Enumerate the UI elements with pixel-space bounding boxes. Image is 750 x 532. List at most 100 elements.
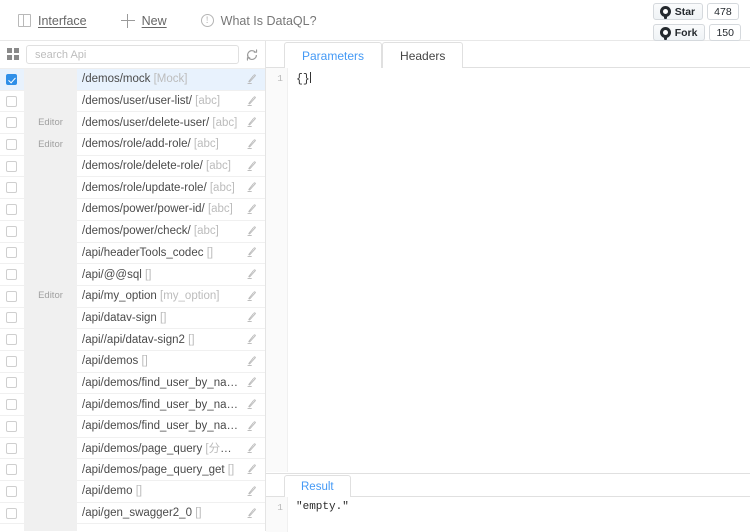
row-checkbox[interactable] bbox=[6, 96, 17, 107]
api-path-text: /demos/user/delete-user/ bbox=[82, 117, 209, 129]
row-checkbox[interactable] bbox=[6, 291, 17, 302]
github-star-button[interactable]: Star bbox=[653, 3, 703, 20]
refresh-icon[interactable] bbox=[245, 48, 259, 62]
row-checkbox[interactable] bbox=[6, 139, 17, 150]
edit-pencil-icon[interactable] bbox=[245, 355, 258, 368]
row-checkbox[interactable] bbox=[6, 182, 17, 193]
edit-pencil-icon[interactable] bbox=[245, 95, 258, 108]
editor-content-wrap[interactable]: {} bbox=[288, 68, 750, 87]
api-note-label: [分页… bbox=[205, 443, 243, 455]
row-checkbox[interactable] bbox=[6, 117, 17, 128]
row-checkbox[interactable] bbox=[6, 443, 17, 454]
edit-pencil-icon[interactable] bbox=[245, 420, 258, 433]
api-list[interactable]: Published/demos/mock [Mock]Published/dem… bbox=[0, 69, 265, 531]
github-star-count[interactable]: 478 bbox=[707, 3, 739, 20]
api-path-label: /api/@@sql [] bbox=[82, 269, 245, 281]
tab-parameters[interactable]: Parameters bbox=[284, 42, 382, 68]
edit-pencil-icon[interactable] bbox=[245, 376, 258, 389]
api-path-label: /api/demos/find_user_by_name… bbox=[82, 420, 245, 432]
api-note-label: [abc] bbox=[194, 138, 219, 150]
row-checkbox[interactable] bbox=[6, 377, 17, 388]
edit-pencil-icon[interactable] bbox=[245, 246, 258, 259]
edit-pencil-icon[interactable] bbox=[245, 225, 258, 238]
api-path-text: /api/demos/find_user_by_name… bbox=[82, 377, 245, 389]
edit-pencil-icon[interactable] bbox=[245, 507, 258, 520]
api-path-label: /demos/role/add-role/ [abc] bbox=[82, 138, 245, 150]
row-checkbox[interactable] bbox=[6, 74, 17, 85]
nav-item-new-label: New bbox=[142, 14, 167, 28]
row-checkbox[interactable] bbox=[6, 269, 17, 280]
edit-pencil-icon[interactable] bbox=[245, 442, 258, 455]
api-list-row[interactable]: Editor/api/demo [] bbox=[0, 481, 265, 503]
tab-headers[interactable]: Headers bbox=[382, 42, 463, 68]
api-path-text: /api/@@sql bbox=[82, 269, 142, 281]
api-note-label: [] bbox=[228, 464, 234, 476]
api-note-label: [] bbox=[145, 269, 151, 281]
sidebar-toolbar bbox=[0, 41, 265, 69]
nav-item-new[interactable]: New bbox=[121, 14, 167, 28]
api-path-label: /demos/user/delete-user/ [abc] bbox=[82, 117, 245, 129]
api-path-text: /demos/mock bbox=[82, 73, 150, 85]
row-checkbox[interactable] bbox=[6, 161, 17, 172]
search-input[interactable] bbox=[26, 45, 239, 64]
edit-pencil-icon[interactable] bbox=[245, 138, 258, 151]
github-badges: Star 478 Fork 150 bbox=[653, 3, 741, 41]
edit-pencil-icon[interactable] bbox=[245, 463, 258, 476]
api-note-label: [] bbox=[141, 355, 147, 367]
api-path-text: /demos/role/update-role/ bbox=[82, 182, 207, 194]
row-checkbox[interactable] bbox=[6, 247, 17, 258]
api-note-label: [my_option] bbox=[160, 290, 219, 302]
edit-pencil-icon[interactable] bbox=[245, 333, 258, 346]
edit-pencil-icon[interactable] bbox=[245, 311, 258, 324]
grid-icon[interactable] bbox=[7, 48, 20, 61]
github-star-label: Star bbox=[675, 6, 695, 18]
api-path-label: /demos/role/delete-role/ [abc] bbox=[82, 160, 245, 172]
api-path-label: /api/demos [] bbox=[82, 355, 245, 367]
edit-pencil-icon[interactable] bbox=[245, 268, 258, 281]
main-tabbar: Parameters Headers bbox=[266, 41, 750, 68]
header-nav: Interface New ! What Is DataQL? bbox=[18, 0, 351, 41]
row-checkbox[interactable] bbox=[6, 312, 17, 323]
edit-pencil-icon[interactable] bbox=[245, 203, 258, 216]
api-note-label: [] bbox=[207, 247, 213, 259]
row-checkbox[interactable] bbox=[6, 356, 17, 367]
editor-gutter: 1 bbox=[266, 68, 288, 472]
panel-icon bbox=[18, 14, 31, 27]
api-path-text: /api/demos/page_query bbox=[82, 443, 202, 455]
api-note-label: [] bbox=[188, 334, 194, 346]
row-checkbox[interactable] bbox=[6, 421, 17, 432]
edit-pencil-icon[interactable] bbox=[245, 160, 258, 173]
tab-result[interactable]: Result bbox=[284, 475, 351, 497]
parameters-editor[interactable]: 1 {} bbox=[266, 68, 750, 472]
nav-item-interface-label: Interface bbox=[38, 14, 87, 28]
row-checkbox[interactable] bbox=[6, 486, 17, 497]
row-checkbox[interactable] bbox=[6, 226, 17, 237]
edit-pencil-icon[interactable] bbox=[245, 73, 258, 86]
nav-item-interface[interactable]: Interface bbox=[18, 14, 87, 28]
row-checkbox[interactable] bbox=[6, 399, 17, 410]
edit-pencil-icon[interactable] bbox=[245, 485, 258, 498]
row-checkbox[interactable] bbox=[6, 334, 17, 345]
plus-icon bbox=[121, 14, 135, 28]
edit-pencil-icon[interactable] bbox=[245, 181, 258, 194]
row-checkbox[interactable] bbox=[6, 508, 17, 519]
api-note-label: [abc] bbox=[212, 117, 237, 129]
github-fork-count[interactable]: 150 bbox=[709, 24, 741, 41]
result-tabbar: Result bbox=[266, 474, 750, 497]
api-path-label: /demos/power/power-id/ [abc] bbox=[82, 203, 245, 215]
api-path-label: /demos/mock [Mock] bbox=[82, 73, 245, 85]
api-path-text: /api/demos/page_query_get bbox=[82, 464, 225, 476]
api-path-label: /api/demos/find_user_by_name… bbox=[82, 399, 245, 411]
github-fork-button[interactable]: Fork bbox=[653, 24, 706, 41]
row-checkbox[interactable] bbox=[6, 204, 17, 215]
api-path-label: /api/datav-sign [] bbox=[82, 312, 245, 324]
row-checkbox[interactable] bbox=[6, 464, 17, 475]
api-note-label: [abc] bbox=[210, 182, 235, 194]
edit-pencil-icon[interactable] bbox=[245, 398, 258, 411]
edit-pencil-icon[interactable] bbox=[245, 290, 258, 303]
edit-pencil-icon[interactable] bbox=[245, 116, 258, 129]
api-path-label: /demos/power/check/ [abc] bbox=[82, 225, 245, 237]
nav-item-what-is-dataql[interactable]: ! What Is DataQL? bbox=[201, 14, 317, 28]
api-path-label: /api/my_option [my_option] bbox=[82, 290, 245, 302]
api-path-text: /demos/power/check/ bbox=[82, 225, 191, 237]
